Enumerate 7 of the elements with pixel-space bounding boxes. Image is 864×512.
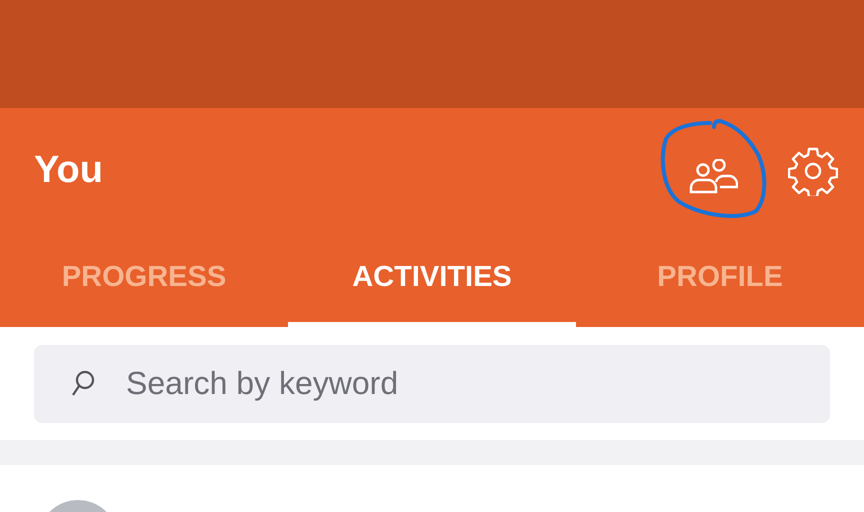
tab[interactable]: PROFILE bbox=[576, 233, 864, 327]
settings-icon[interactable] bbox=[788, 146, 838, 196]
tab[interactable]: ACTIVITIES bbox=[288, 233, 576, 327]
page-title: You bbox=[34, 149, 103, 192]
tab[interactable]: PROGRESS bbox=[0, 233, 288, 327]
search-field[interactable]: Search by keyword bbox=[34, 344, 830, 422]
people-icon[interactable] bbox=[688, 158, 738, 194]
